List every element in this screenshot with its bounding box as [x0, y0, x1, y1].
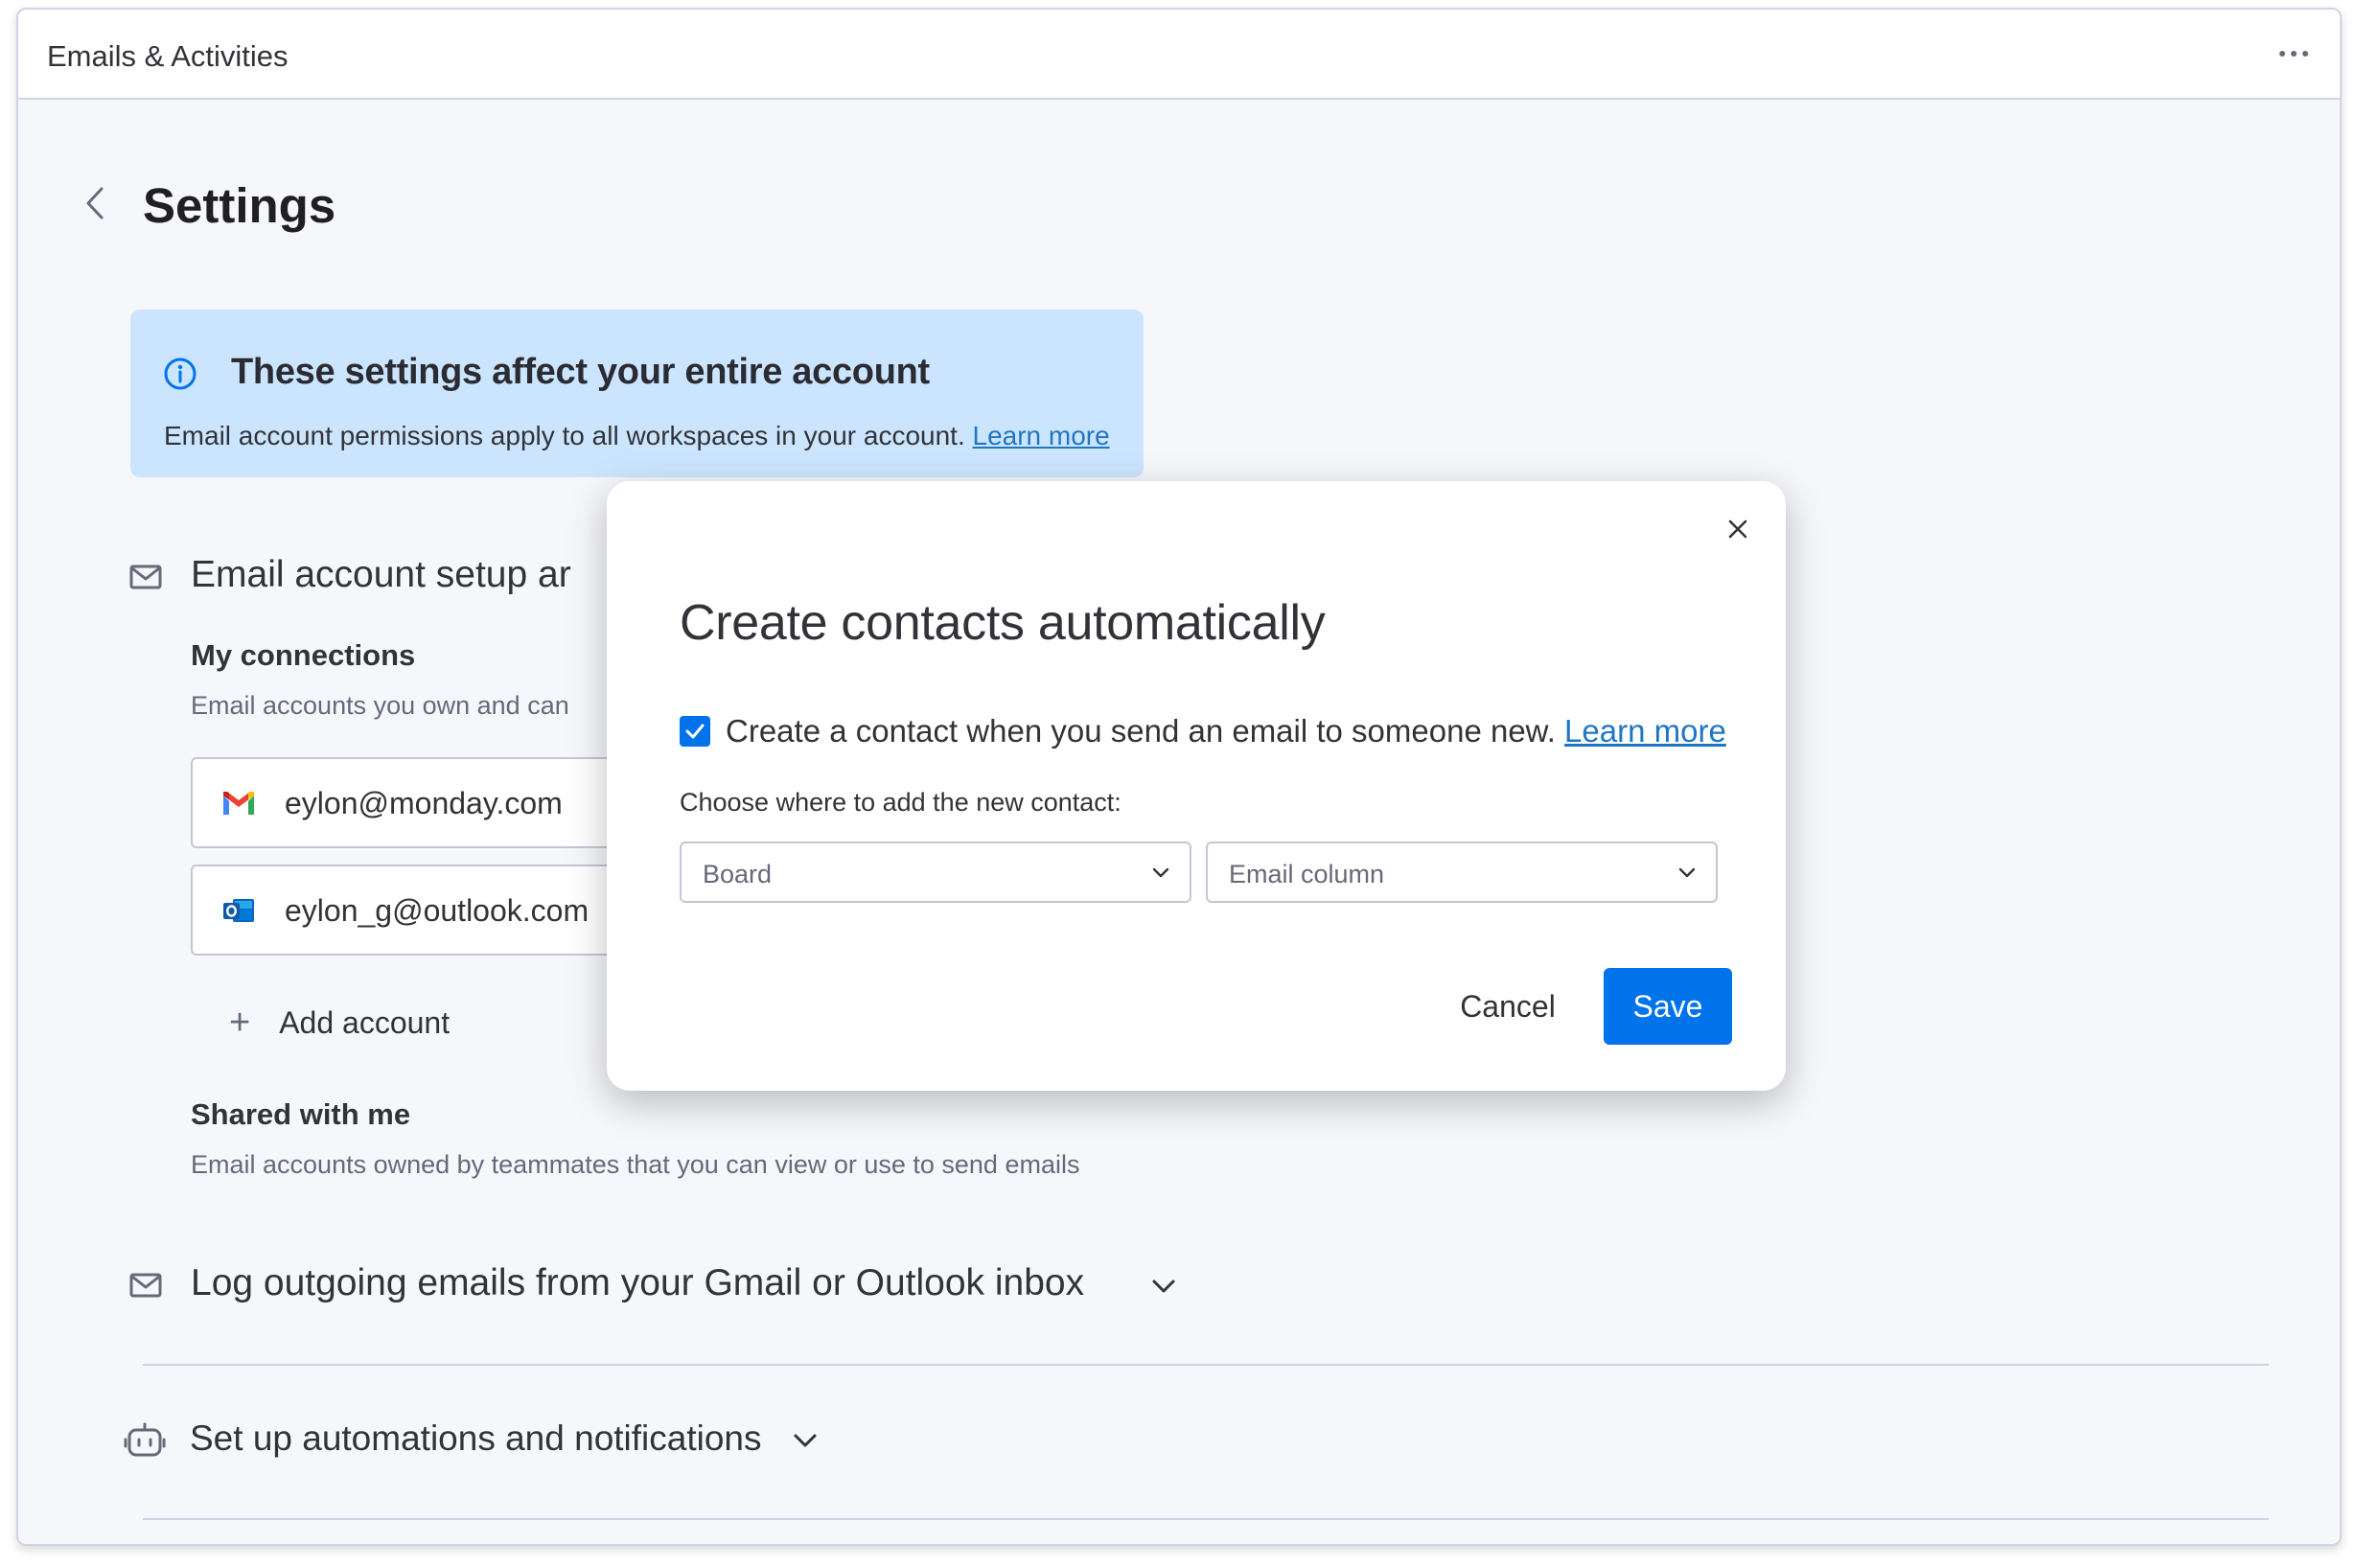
chevron-down-icon[interactable]	[793, 1432, 818, 1449]
add-account-label: Add account	[279, 1004, 451, 1040]
email-column-select-value: Email column	[1229, 860, 1385, 888]
cancel-button[interactable]: Cancel	[1431, 968, 1584, 1045]
choose-location-label: Choose where to add the new contact:	[680, 788, 1121, 817]
create-contact-checkbox-label: Create a contact when you send an email …	[726, 713, 1726, 749]
board-select[interactable]: Board	[680, 842, 1191, 903]
app-window: Emails & Activities Settings These setti…	[16, 8, 2342, 1546]
section-divider	[143, 1364, 2269, 1366]
log-outgoing-section-title[interactable]: Log outgoing emails from your Gmail or O…	[191, 1262, 1084, 1304]
my-connections-title: My connections	[191, 638, 416, 672]
banner-heading: These settings affect your entire accoun…	[231, 352, 930, 392]
robot-icon	[124, 1422, 166, 1457]
title-bar: Emails & Activities	[18, 10, 2340, 100]
back-arrow-icon[interactable]	[78, 180, 112, 226]
account-settings-banner: These settings affect your entire accoun…	[130, 310, 1144, 477]
automations-section-title[interactable]: Set up automations and notifications	[190, 1418, 762, 1459]
account-email: eylon@monday.com	[285, 786, 563, 820]
modal-learn-more-link[interactable]: Learn more	[1564, 713, 1726, 749]
my-connections-description: Email accounts you own and can	[191, 691, 569, 720]
info-icon	[164, 357, 196, 390]
board-select-value: Board	[703, 860, 773, 888]
close-icon[interactable]	[1719, 510, 1757, 548]
outlook-icon	[223, 899, 254, 922]
add-account-button[interactable]: + Add account	[229, 999, 450, 1047]
checkmark-icon	[685, 724, 705, 739]
banner-body: Email account permissions apply to all w…	[164, 421, 1110, 450]
save-button[interactable]: Save	[1604, 968, 1732, 1045]
chevron-down-icon[interactable]	[1151, 1278, 1176, 1295]
section-divider	[143, 1518, 2269, 1520]
email-setup-section-title[interactable]: Email account setup ar	[191, 554, 571, 596]
banner-learn-more-link[interactable]: Learn more	[973, 421, 1110, 450]
modal-title: Create contacts automatically	[680, 595, 1326, 651]
window-title: Emails & Activities	[47, 39, 289, 73]
more-options-icon[interactable]	[2267, 31, 2321, 77]
create-contacts-modal: Create contacts automatically Create a c…	[607, 481, 1786, 1091]
mail-icon	[129, 565, 162, 589]
gmail-icon	[223, 792, 254, 815]
chevron-down-icon	[1152, 867, 1169, 878]
mail-icon	[129, 1273, 162, 1298]
account-email: eylon_g@outlook.com	[285, 893, 590, 928]
plus-icon: +	[229, 1003, 251, 1043]
shared-with-me-title: Shared with me	[191, 1097, 411, 1131]
chevron-down-icon	[1678, 867, 1696, 878]
email-column-select[interactable]: Email column	[1206, 842, 1718, 903]
create-contact-checkbox[interactable]	[680, 716, 710, 747]
page-title: Settings	[143, 178, 336, 233]
shared-with-me-description: Email accounts owned by teammates that y…	[191, 1150, 1080, 1179]
